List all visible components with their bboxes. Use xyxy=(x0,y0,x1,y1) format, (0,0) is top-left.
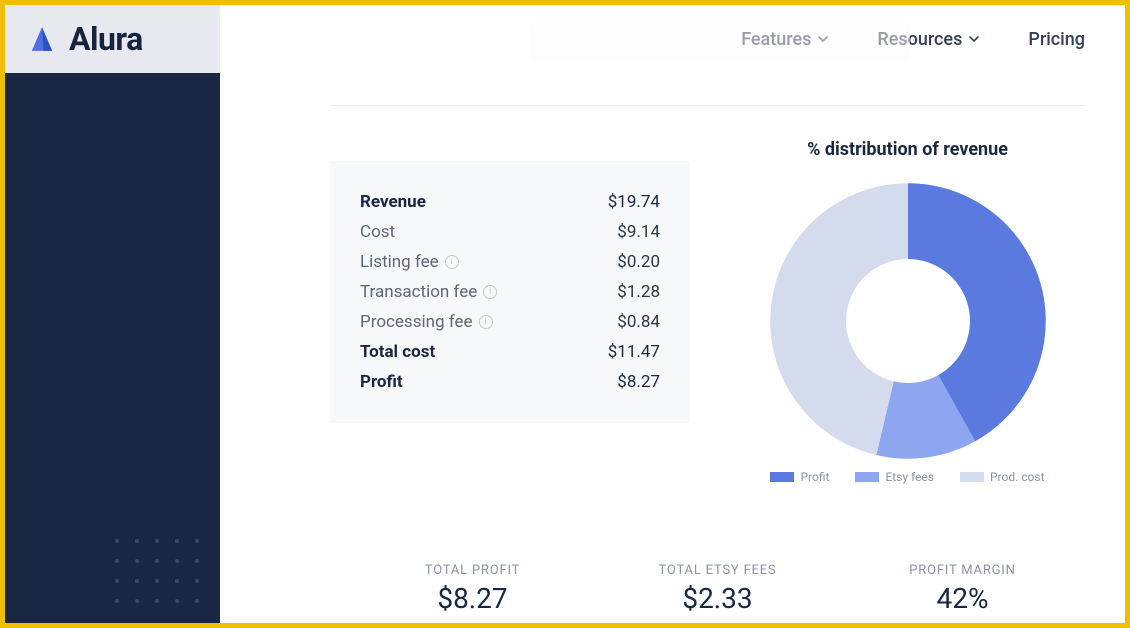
total-profit-label: TOTAL PROFIT xyxy=(350,563,595,578)
brand-name: Alura xyxy=(69,20,143,58)
legend-profit: Profit xyxy=(770,470,829,484)
decorative-dots xyxy=(115,539,209,613)
logo-area[interactable]: Alura xyxy=(5,5,220,73)
total-profit-value: $8.27 xyxy=(350,582,595,615)
listing-value: $0.20 xyxy=(617,252,660,272)
donut-chart xyxy=(763,176,1053,466)
swatch-cost xyxy=(960,472,984,482)
logo-icon xyxy=(25,22,59,56)
legend-cost: Prod. cost xyxy=(960,470,1045,484)
total-margin: PROFIT MARGIN 42% xyxy=(840,563,1085,615)
profit-label: Profit xyxy=(360,372,403,392)
chart-legend: Profit Etsy fees Prod. cost xyxy=(770,470,1044,484)
legend-cost-label: Prod. cost xyxy=(990,470,1045,484)
row-processing-fee: Processing fee i $0.84 xyxy=(360,307,660,337)
swatch-profit xyxy=(770,472,794,482)
totalcost-value: $11.47 xyxy=(608,342,660,362)
divider xyxy=(330,105,1085,106)
legend-fees: Etsy fees xyxy=(855,470,934,484)
total-margin-label: PROFIT MARGIN xyxy=(840,563,1085,578)
profit-value: $8.27 xyxy=(617,372,660,392)
processing-value: $0.84 xyxy=(617,312,660,332)
row-listing-fee: Listing fee i $0.20 xyxy=(360,247,660,277)
processing-label: Processing fee xyxy=(360,312,473,332)
row-revenue: Revenue $19.74 xyxy=(360,187,660,217)
sidebar: Alura xyxy=(5,5,220,623)
info-icon[interactable]: i xyxy=(479,315,493,329)
row-profit: Profit $8.27 xyxy=(360,367,660,397)
transaction-label: Transaction fee xyxy=(360,282,477,302)
chart-title: % distribution of revenue xyxy=(807,139,1008,160)
row-transaction-fee: Transaction fee i $1.28 xyxy=(360,277,660,307)
calculator-card: Revenue $19.74 Cost $9.14 Listing fee i $… xyxy=(330,161,690,423)
info-icon[interactable]: i xyxy=(445,255,459,269)
total-margin-value: 42% xyxy=(840,582,1085,615)
revenue-value: $19.74 xyxy=(608,192,660,212)
row-cost: Cost $9.14 xyxy=(360,217,660,247)
total-fees-label: TOTAL ETSY FEES xyxy=(595,563,840,578)
faded-toolbar xyxy=(530,23,910,59)
totalcost-label: Total cost xyxy=(360,342,435,362)
cost-value: $9.14 xyxy=(617,222,660,242)
swatch-fees xyxy=(855,472,879,482)
cost-label: Cost xyxy=(360,222,395,242)
total-fees: TOTAL ETSY FEES $2.33 xyxy=(595,563,840,615)
chart-column: % distribution of revenue Profit Etsy fe… xyxy=(730,139,1085,484)
nav-pricing-label: Pricing xyxy=(1028,29,1085,50)
transaction-value: $1.28 xyxy=(617,282,660,302)
totals-row: TOTAL PROFIT $8.27 TOTAL ETSY FEES $2.33… xyxy=(220,563,1125,615)
listing-label: Listing fee xyxy=(360,252,439,272)
total-fees-value: $2.33 xyxy=(595,582,840,615)
row-total-cost: Total cost $11.47 xyxy=(360,337,660,367)
main-content: Revenue $19.74 Cost $9.14 Listing fee i $… xyxy=(220,73,1125,623)
revenue-label: Revenue xyxy=(360,192,426,212)
top-nav: Features Resources Pricing xyxy=(220,5,1125,73)
legend-profit-label: Profit xyxy=(800,470,829,484)
legend-fees-label: Etsy fees xyxy=(885,470,934,484)
chevron-down-icon xyxy=(968,33,980,45)
total-profit: TOTAL PROFIT $8.27 xyxy=(350,563,595,615)
info-icon[interactable]: i xyxy=(483,285,497,299)
nav-pricing[interactable]: Pricing xyxy=(1028,29,1085,50)
